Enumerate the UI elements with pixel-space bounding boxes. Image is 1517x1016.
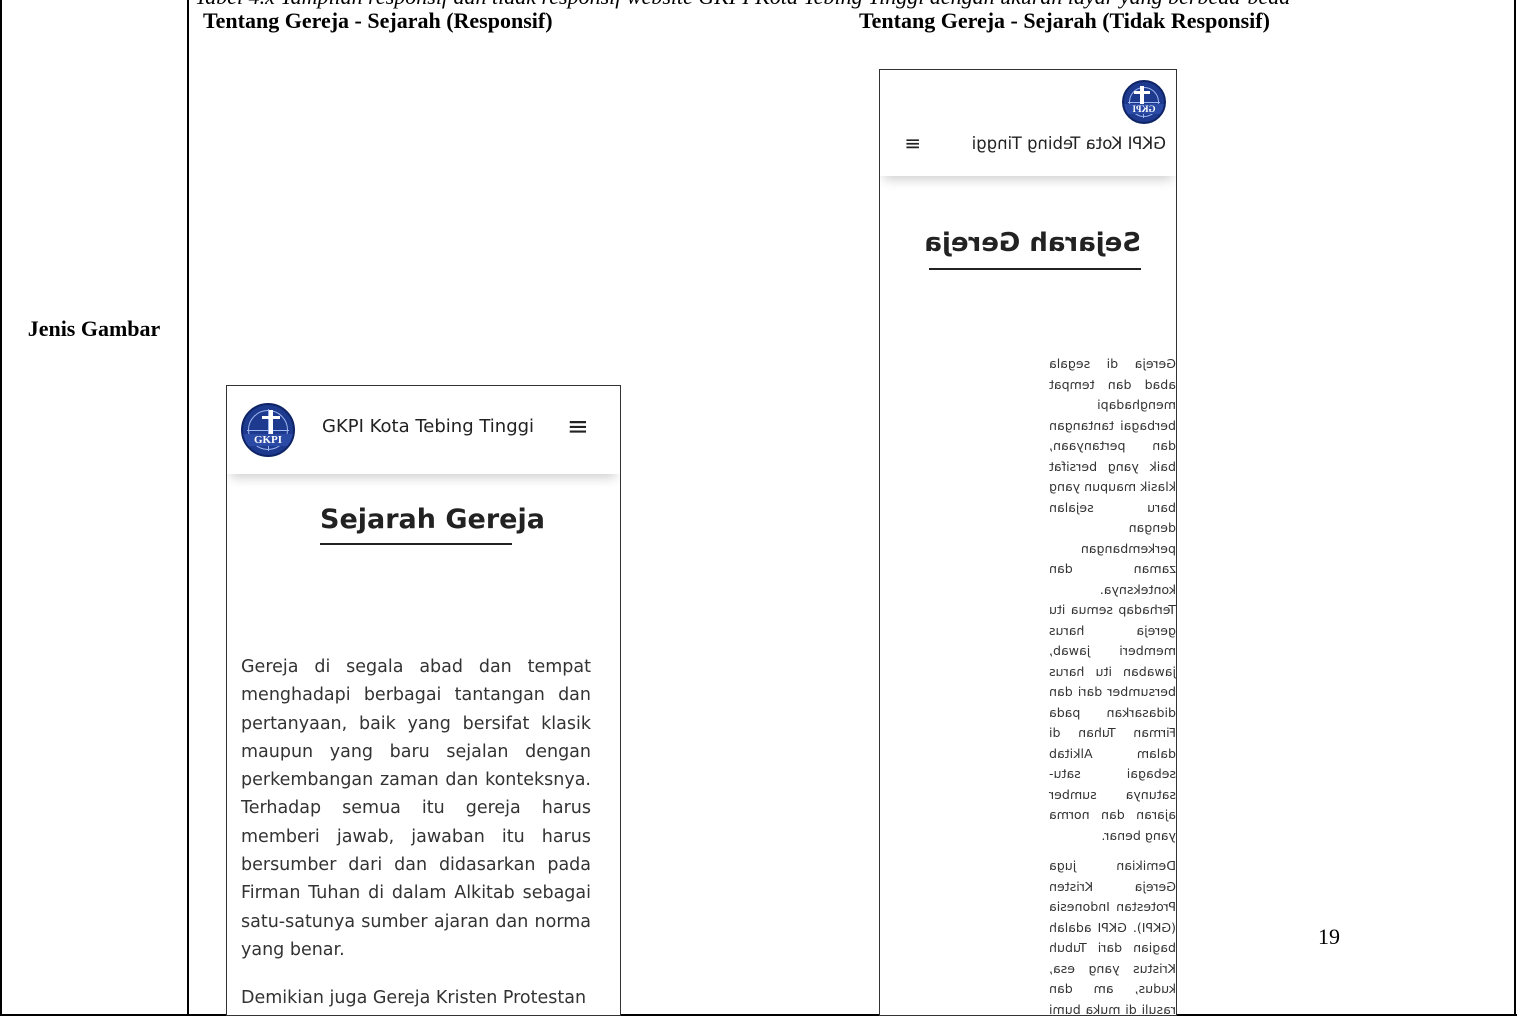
logo-text: GKPI (1124, 104, 1164, 114)
heading-underline (929, 268, 1141, 270)
header-responsive: Tentang Gereja - Sejarah (Responsif) (203, 8, 553, 33)
table-right-border (1514, 0, 1516, 1016)
row-label: Jenis Gambar (27, 316, 161, 341)
page-heading: Sejarah Gereja (924, 228, 1141, 258)
table-left-border (0, 0, 2, 1016)
church-logo-icon[interactable]: GKPI (1122, 80, 1166, 124)
header-unresponsive: Tentang Gereja - Sejarah (Tidak Responsi… (859, 8, 1270, 33)
heading-underline (320, 543, 512, 545)
history-paragraph-2: Demikian juga Gereja Kristen Protestan (241, 988, 587, 1008)
logo-text: GKPI (243, 434, 293, 446)
site-navbar-unresponsive: GKPI GKPI Kota Tebing Tinggi ≡ (880, 70, 1176, 176)
responsive-screenshot: GKPI GKPI Kota Tebing Tinggi ≡ Sejarah G… (226, 385, 621, 1016)
page-heading: Sejarah Gereja (320, 504, 545, 535)
site-brand[interactable]: GKPI Kota Tebing Tinggi (972, 134, 1166, 153)
mirrored-content: GKPI GKPI Kota Tebing Tinggi ≡ Sejarah G… (880, 70, 1176, 1015)
unresponsive-screenshot: GKPI GKPI Kota Tebing Tinggi ≡ Sejarah G… (879, 69, 1177, 1016)
history-paragraph-1: Gereja di segala abad dan tempat menghad… (241, 657, 591, 960)
history-paragraph-1: Gereja di segala abad dan tempat menghad… (1049, 356, 1176, 843)
site-brand[interactable]: GKPI Kota Tebing Tinggi (322, 416, 534, 437)
menu-icon[interactable]: ≡ (567, 412, 589, 442)
church-logo-icon[interactable]: GKPI (241, 403, 295, 457)
site-navbar: GKPI GKPI Kota Tebing Tinggi ≡ (227, 386, 620, 474)
history-paragraph-2: Demikian juga Gereja Kristen Protestan I… (1049, 858, 1176, 1016)
menu-icon[interactable]: ≡ (904, 131, 921, 155)
table-column-divider (187, 0, 189, 1016)
page-number: 19 (1318, 924, 1340, 949)
